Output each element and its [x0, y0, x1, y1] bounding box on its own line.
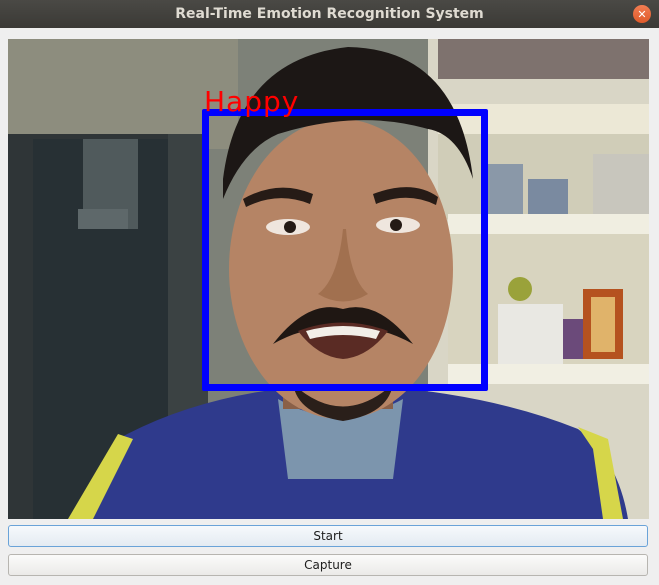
emotion-label: Happy — [204, 85, 300, 118]
title-bar: Real-Time Emotion Recognition System ✕ — [0, 0, 659, 28]
webcam-feed: Happy — [8, 39, 649, 519]
close-button[interactable]: ✕ — [633, 5, 651, 23]
app-window: Real-Time Emotion Recognition System ✕ H… — [0, 0, 659, 585]
capture-button[interactable]: Capture — [8, 554, 648, 576]
window-title: Real-Time Emotion Recognition System — [175, 6, 484, 22]
face-detection-box — [202, 109, 488, 391]
capture-button-label: Capture — [304, 558, 352, 572]
start-button[interactable]: Start — [8, 525, 648, 547]
start-button-label: Start — [313, 529, 343, 543]
close-icon: ✕ — [637, 7, 647, 21]
